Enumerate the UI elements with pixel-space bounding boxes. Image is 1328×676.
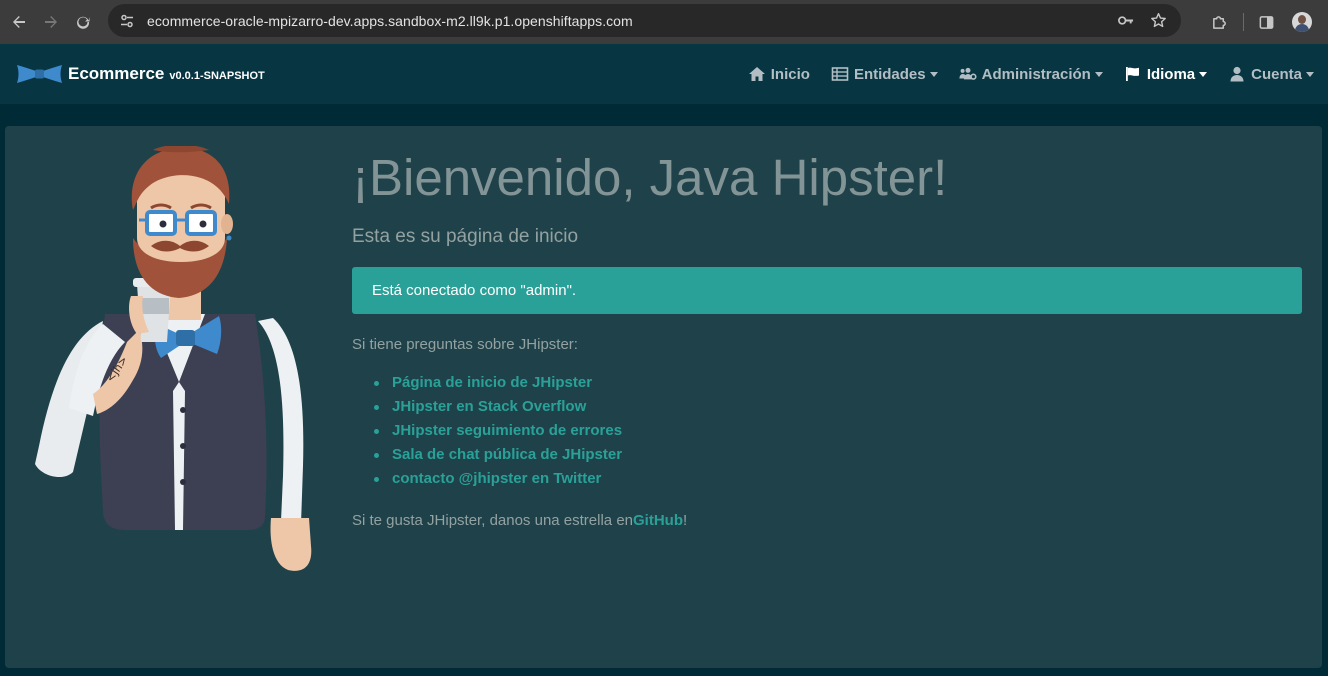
list-item: JHipster en Stack Overflow [373,398,622,422]
site-settings-icon[interactable] [119,13,135,29]
brand-title: Ecommerce [68,64,165,83]
arrow-right-icon [45,16,57,28]
star-suffix: ! [683,512,688,529]
side-panel-button[interactable] [1252,8,1280,36]
nav-item-label: Inicio [770,65,810,83]
caret-down-icon [929,71,938,77]
caret-down-icon [1094,71,1103,77]
reload-icon [77,16,90,29]
nav-item-label: Idioma [1146,65,1196,83]
side-panel-icon [1259,15,1273,29]
key-icon[interactable] [1117,12,1134,29]
browser-toolbar: ecommerce-oracle-mpizarro-dev.apps.sandb… [0,0,1328,44]
caret-down-icon [1199,71,1208,77]
list-item: contacto @jhipster en Twitter [373,470,622,494]
nav-item-label: Entidades [853,65,926,83]
brand-link[interactable]: Ecommerce v0.0.1-SNAPSHOT [16,63,265,85]
nav-item-label: Cuenta [1251,65,1302,83]
app-navbar: Ecommerce v0.0.1-SNAPSHOT Inicio Entidad… [0,44,1328,104]
reload-button[interactable] [70,9,96,35]
flag-icon [1125,67,1139,81]
address-bar[interactable]: ecommerce-oracle-mpizarro-dev.apps.sandb… [108,4,1181,37]
caret-down-icon [1306,71,1314,77]
nav-item-idioma[interactable]: Idioma [1124,65,1208,83]
nav-item-entidades[interactable]: Entidades [831,66,938,83]
nav-item-inicio[interactable]: Inicio [748,66,810,83]
link-github[interactable]: GitHub [633,512,683,529]
list-item: Sala de chat pública de JHipster [373,446,622,470]
logged-in-alert: Está conectado como "admin". [352,267,1302,314]
profile-avatar[interactable] [1292,12,1312,32]
user-icon [1230,66,1244,82]
page-subtitle: Esta es su página de inicio [352,226,579,247]
list-item: Página de inicio de JHipster [373,374,622,398]
toolbar-divider [1243,13,1244,31]
jhipster-mascot-image: <jh> [35,146,312,571]
link-chat-room[interactable]: Sala de chat pública de JHipster [392,446,622,463]
nav-item-administracion[interactable]: Administración [959,66,1103,83]
th-list-icon [831,67,849,81]
home-icon [748,67,765,81]
jhipster-links-list: Página de inicio de JHipster JHipster en… [373,374,622,494]
bowtie-logo-icon [17,65,62,83]
star-prefix: Si te gusta JHipster, danos una estrella… [352,512,634,529]
github-star-text: Si te gusta JHipster, danos una estrella… [352,512,687,529]
link-jhipster-homepage[interactable]: Página de inicio de JHipster [392,374,592,391]
nav-item-label: Administración [981,65,1091,83]
bookmark-star-icon[interactable] [1150,12,1167,29]
arrow-left-icon [13,16,25,28]
alert-text: Está conectado como "admin". [372,282,577,299]
navbar-menu: Inicio Entidades Administración Idioma C… [727,44,1314,104]
puzzle-icon [1212,15,1226,29]
home-card: <jh> ¡Bienvenido, Java Hipster! Esta es … [5,126,1322,668]
forward-button[interactable] [38,9,64,35]
list-item: JHipster seguimiento de errores [373,422,622,446]
link-stack-overflow[interactable]: JHipster en Stack Overflow [392,398,586,415]
brand-version: v0.0.1-SNAPSHOT [169,69,265,82]
questions-text: Si tiene preguntas sobre JHipster: [352,336,578,353]
page-title: ¡Bienvenido, Java Hipster! [352,149,948,206]
back-button[interactable] [6,9,32,35]
nav-item-cuenta[interactable]: Cuenta [1228,66,1314,83]
users-cog-icon [959,67,977,80]
extensions-button[interactable] [1205,8,1233,36]
link-bug-tracker[interactable]: JHipster seguimiento de errores [392,422,622,439]
link-twitter[interactable]: contacto @jhipster en Twitter [392,470,601,487]
url-text[interactable]: ecommerce-oracle-mpizarro-dev.apps.sandb… [147,13,633,29]
